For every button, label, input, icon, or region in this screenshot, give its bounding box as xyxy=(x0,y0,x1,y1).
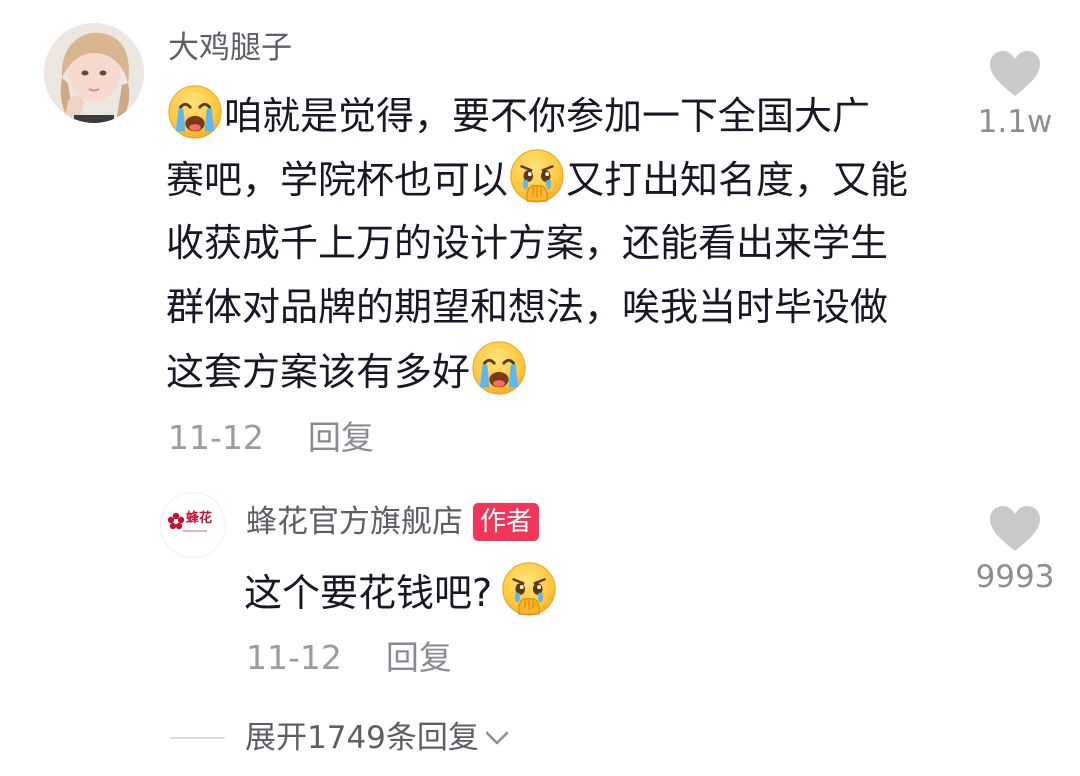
reply-reply-button[interactable]: 回复 xyxy=(386,638,452,677)
reply-avatar[interactable]: 蜂花 xyxy=(160,492,226,558)
comment-line: 这套方案该有多好 xyxy=(166,339,966,403)
reply-button[interactable]: 回复 xyxy=(308,418,374,457)
comment-meta: 11-12 回复 xyxy=(168,418,374,458)
holding-back-tears-emoji xyxy=(508,147,566,205)
heart-icon xyxy=(990,51,1040,96)
like-count: 1.1w xyxy=(977,104,1053,140)
comment-username[interactable]: 大鸡腿子 xyxy=(168,28,292,68)
avatar-logo-subline xyxy=(183,530,207,532)
like-button[interactable]: 1.1w xyxy=(960,50,1070,140)
reply-date: 11-12 xyxy=(246,638,342,677)
expand-replies-label: 展开1749条回复 xyxy=(245,720,479,756)
reply-username[interactable]: 蜂花官方旗舰店 xyxy=(246,504,463,540)
reply-like-count: 9993 xyxy=(975,559,1055,595)
comment-line: 咱就是觉得，要不你参加一下全国大广 xyxy=(166,83,966,147)
heart-icon xyxy=(990,506,1040,551)
comment-date: 11-12 xyxy=(168,418,264,457)
expand-replies-button[interactable]: 展开1749条回复 xyxy=(170,716,511,760)
reply-meta: 11-12 回复 xyxy=(246,638,452,678)
comment-text: 咱就是觉得，要不你参加一下全国大广 赛吧，学院杯也可以 又打出知名度，又能 收获… xyxy=(166,83,966,403)
reply-text: 这个要花钱吧? xyxy=(244,560,558,625)
holding-back-tears-emoji xyxy=(500,560,558,618)
comment-line: 赛吧，学院杯也可以 又打出知名度，又能 xyxy=(166,147,966,211)
user-avatar[interactable] xyxy=(44,23,144,123)
comment-line: 收获成千上万的设计方案，还能看出来学生 xyxy=(166,221,889,265)
author-badge: 作者 xyxy=(473,503,540,541)
reply-like-button[interactable]: 9993 xyxy=(960,505,1070,595)
chevron-down-icon xyxy=(485,731,509,745)
reply-username-row: 蜂花官方旗舰店 作者 xyxy=(246,502,540,542)
crying-face-emoji xyxy=(470,339,528,397)
comment-line: 群体对品牌的期望和想法，唉我当时毕设做 xyxy=(166,285,889,329)
avatar-logo-text: 蜂花 xyxy=(186,511,213,526)
flower-logo-icon xyxy=(167,512,185,530)
crying-face-emoji xyxy=(166,83,224,141)
divider-line xyxy=(170,737,225,739)
